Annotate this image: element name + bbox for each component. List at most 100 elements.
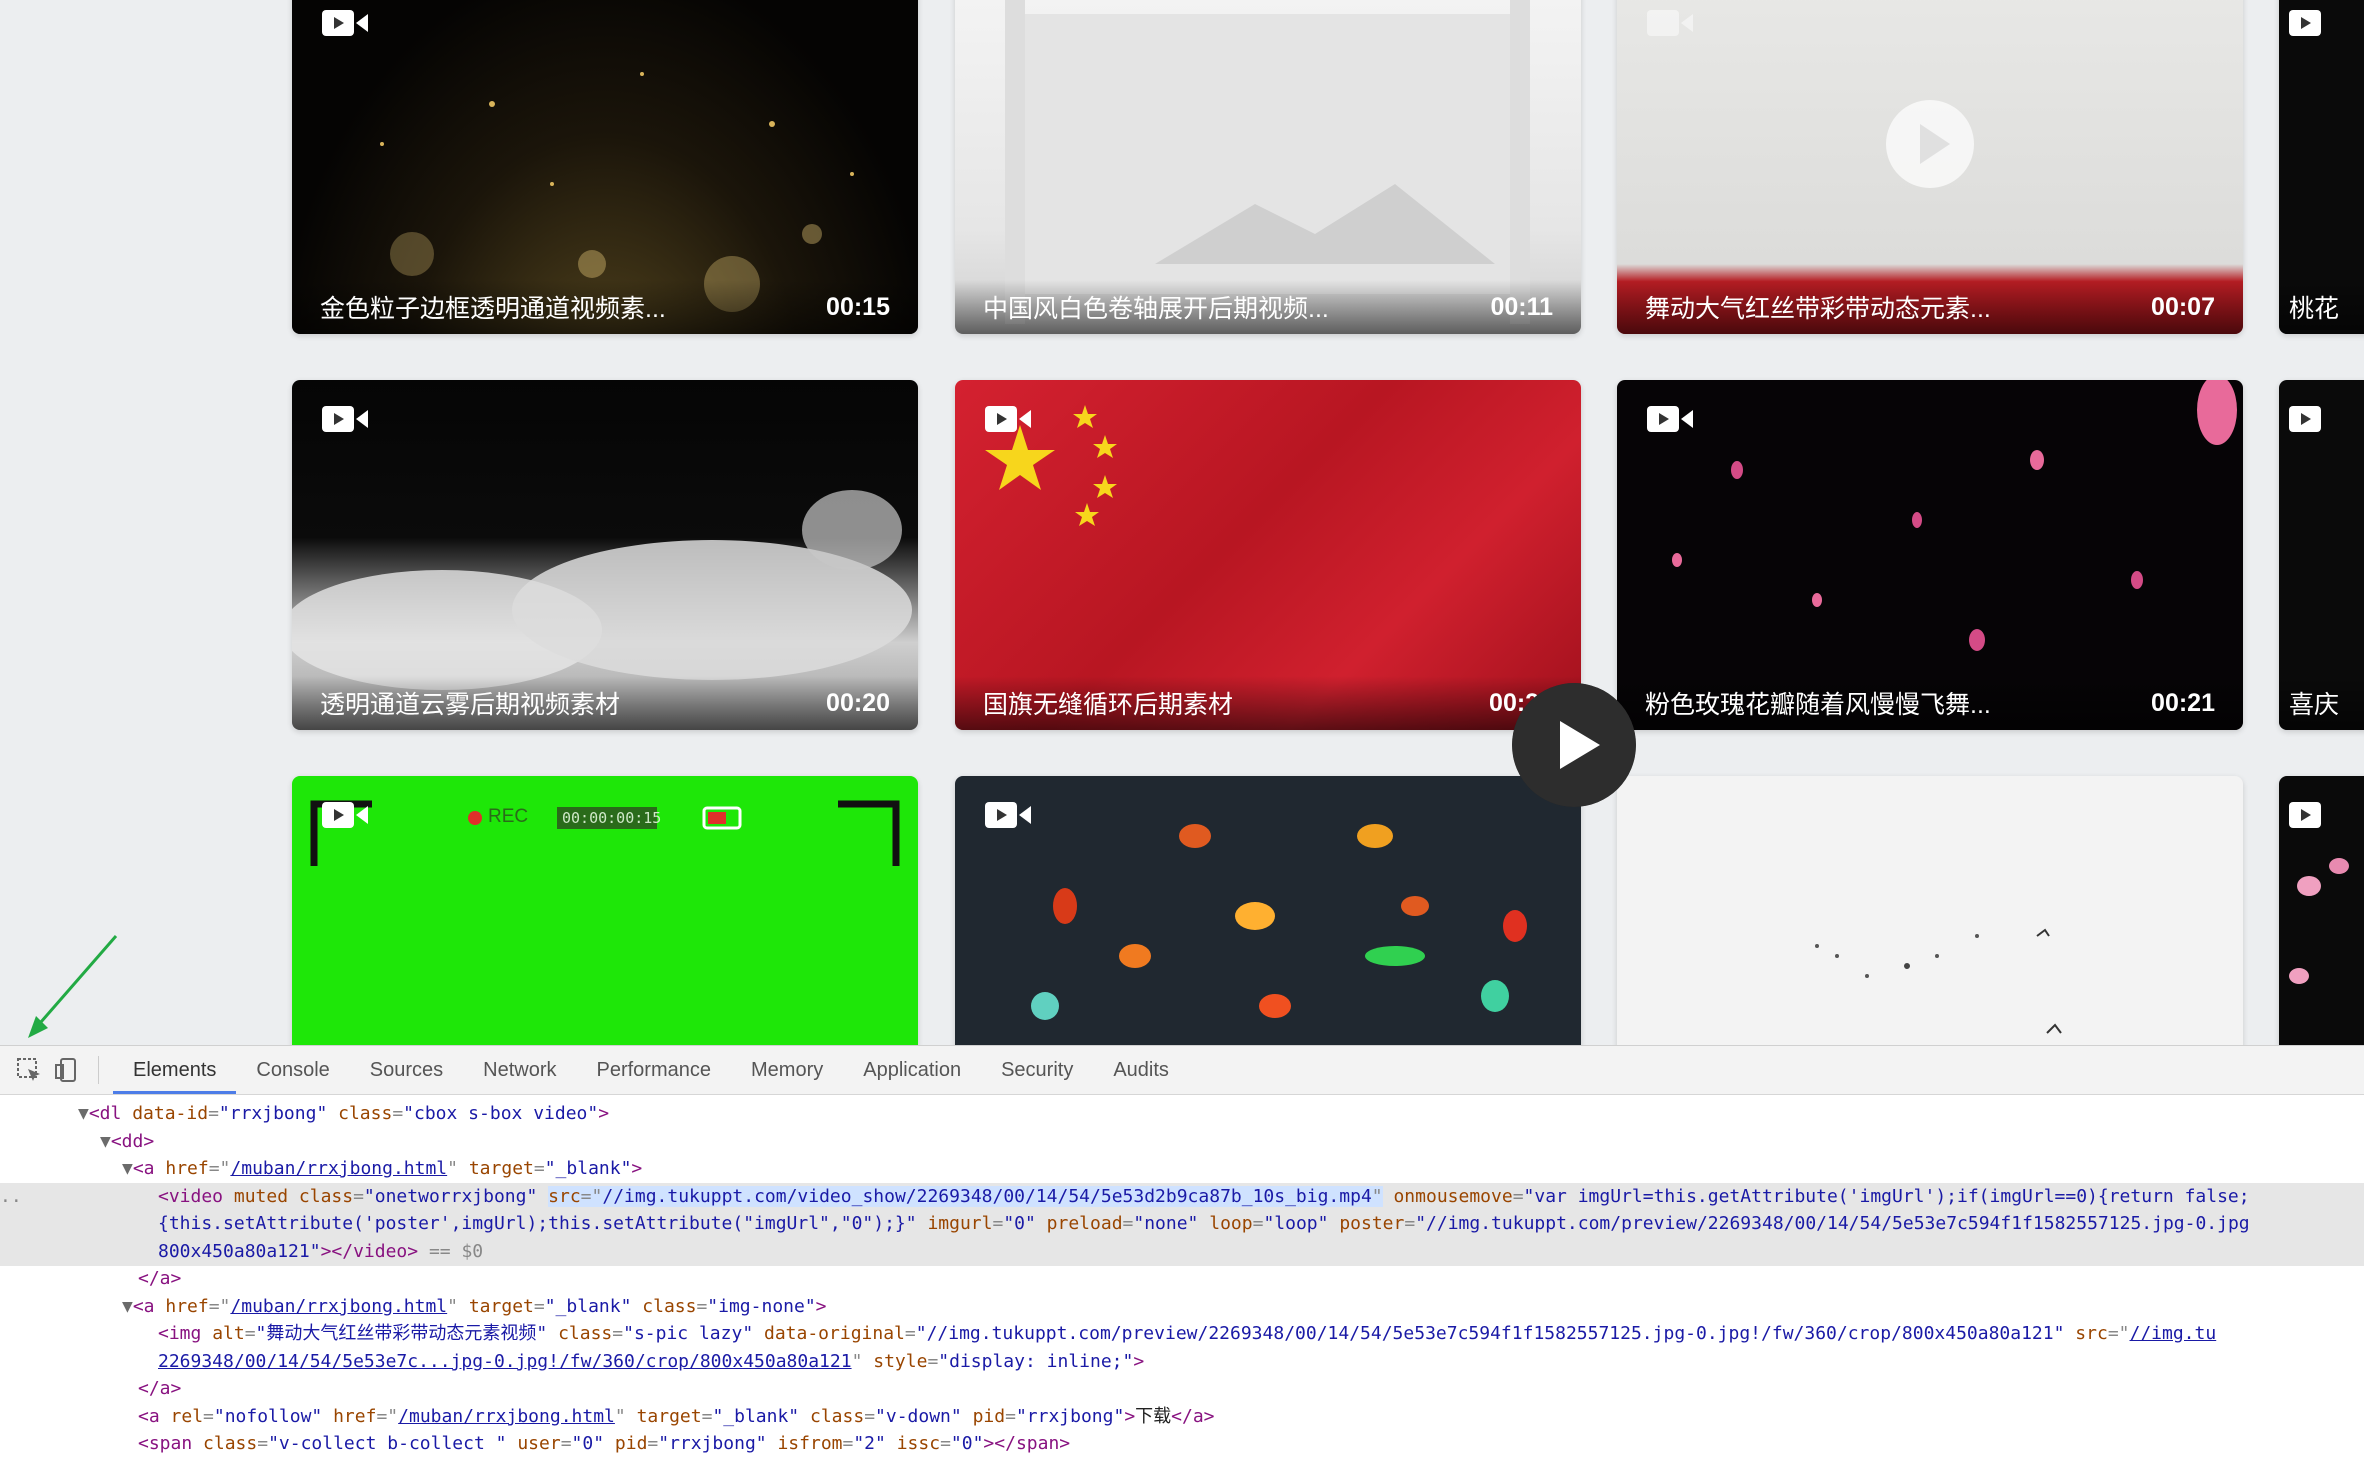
video-card[interactable]: 中国风白色卷轴展开后期视频... 00:11 [955,0,1581,334]
node-tag: <video [158,1186,234,1207]
attr-name: class [810,1406,865,1427]
tab-memory[interactable]: Memory [731,1046,843,1094]
video-card[interactable]: 粉色玫瑰花瓣随着风慢慢飞舞... 00:21 [1617,380,2243,730]
dom-node-dl[interactable]: ▼<dl data-id="rrxjbong" class="cbox s-bo… [78,1100,609,1128]
attr-value: "display: inline;" [938,1351,1134,1372]
dom-node-close-a[interactable]: </a> [138,1375,181,1403]
devtools-panel: Elements Console Sources Network Perform… [0,1045,2364,1469]
video-duration: 00:21 [2151,688,2215,717]
inspect-element-tool[interactable] [12,1053,46,1087]
video-card[interactable]: 透明通道云雾后期视频素材 00:20 [292,380,918,730]
attr-name: class [203,1433,258,1454]
node-tag: <a [132,1158,166,1179]
video-title[interactable]: 国旗无缝循环后期素材 [983,685,1233,721]
attr-value: "0" [571,1433,605,1454]
video-title[interactable]: 中国风白色卷轴展开后期视频... [983,289,1329,325]
attr-value: "none" [1133,1213,1199,1234]
attr-link[interactable]: /muban/rrxjbong.html [230,1296,447,1317]
tab-application[interactable]: Application [843,1046,981,1094]
attr-link[interactable]: /muban/rrxjbong.html [230,1158,447,1179]
node-tag-end: > [1124,1406,1136,1427]
video-camera-icon [2289,10,2321,36]
attr-value-selected[interactable]: //img.tukuppt.com/video_show/2269348/00/… [602,1186,1371,1207]
video-duration: 00:07 [2151,292,2215,321]
video-card[interactable] [955,776,1581,1045]
dom-node-video-selected[interactable]: .. <video muted class="onetworrxjbong" sr… [0,1183,2364,1211]
video-card[interactable] [1617,776,2243,1045]
attr-link[interactable]: 2269348/00/14/54/5e53e7c...jpg-0.jpg!/fw… [158,1351,852,1372]
attr-link[interactable]: /muban/rrxjbong.html [398,1406,615,1427]
video-camera-icon [322,406,368,432]
dom-node-a-download[interactable]: <a rel="nofollow" href="/muban/rrxjbong.… [138,1403,1215,1431]
attr-name: href [333,1406,377,1427]
play-icon[interactable] [1512,683,1636,807]
attr-link[interactable]: //img.tu [2130,1323,2217,1344]
dom-node-img[interactable]: <img alt="舞动大气红丝带彩带动态元素视频" class="s-pic … [158,1320,2216,1348]
attr-value: "var imgUrl=this.getAttribute('imgUrl');… [1523,1186,2250,1207]
video-card[interactable]: 国旗无缝循环后期素材 00:20 [955,380,1581,730]
node-tag: <a [132,1296,166,1317]
attr-name: pid [972,1406,1006,1427]
attr-name: style [873,1351,928,1372]
node-tag-end: > [598,1103,610,1124]
dom-node-a[interactable]: ▼<a href="/muban/rrxjbong.html" target="… [122,1155,642,1183]
video-title[interactable]: 舞动大气红丝带彩带动态元素... [1645,289,1991,325]
node-tag-end: > [983,1433,995,1454]
attr-name: pid [614,1433,648,1454]
dom-node-span-collect[interactable]: <span class="v-collect b-collect " user=… [138,1430,1070,1458]
dom-node-img-cont[interactable]: 2269348/00/14/54/5e53e7c...jpg-0.jpg!/fw… [158,1348,1144,1376]
video-title[interactable]: 透明通道云雾后期视频素材 [320,685,620,721]
video-camera-icon [985,802,1031,828]
timecode: 00:00:00:15 [562,809,662,827]
dom-node-video-end[interactable]: 800x450a80a121"></video> == $0 [0,1238,2364,1266]
video-caption: 金色粒子边框透明通道视频素... 00:15 [292,280,918,334]
attr-name: src [2075,1323,2108,1344]
attr-name: preload [1046,1213,1123,1234]
dom-node-close-a[interactable]: </a> [138,1265,181,1293]
attr-value: "cbox s-box video" [403,1103,599,1124]
video-camera-icon [1647,10,1693,36]
video-title[interactable]: 金色粒子边框透明通道视频素... [320,289,666,325]
dom-node-dd[interactable]: ▼<dd> [100,1128,154,1156]
video-card[interactable]: REC 00:00:00:15 [292,776,918,1045]
video-caption: 中国风白色卷轴展开后期视频... 00:11 [955,280,1581,334]
video-card[interactable]: 桃花 [2279,0,2364,334]
tab-security[interactable]: Security [981,1046,1093,1094]
video-duration: 00:15 [826,292,890,321]
video-title[interactable]: 粉色玫瑰花瓣随着风慢慢飞舞... [1645,685,1991,721]
attr-value: "v-collect b-collect " [268,1433,507,1454]
video-camera-icon [322,10,368,36]
node-tag-end: > [815,1296,827,1317]
attr-value: "舞动大气红丝带彩带动态元素视频" [255,1323,548,1344]
node-tag-close: </a> [1171,1406,1215,1427]
attr-name: data-id [132,1103,209,1124]
tab-console[interactable]: Console [236,1046,349,1094]
node-text: 下载 [1135,1406,1172,1427]
attr-value: "v-down" [875,1406,962,1427]
play-icon[interactable] [1880,94,1980,194]
dom-node-a[interactable]: ▼<a href="/muban/rrxjbong.html" target="… [122,1293,827,1321]
video-camera-icon [2289,802,2321,828]
attr-value: "rrxjbong" [218,1103,328,1124]
video-title[interactable]: 桃花 [2289,289,2339,325]
video-card[interactable]: 舞动大气红丝带彩带动态元素... 00:07 [1617,0,2243,334]
node-tag-close: </span> [994,1433,1071,1454]
video-card[interactable]: 喜庆 [2279,380,2364,730]
video-card[interactable] [2279,776,2364,1045]
dom-node-video-cont[interactable]: {this.setAttribute('poster',imgUrl);this… [0,1210,2364,1238]
attr-name: isfrom [777,1433,843,1454]
tab-elements[interactable]: Elements [113,1046,237,1094]
tab-performance[interactable]: Performance [577,1046,732,1094]
attr-value: 800x450a80a121" [158,1241,321,1262]
tab-audits[interactable]: Audits [1093,1046,1189,1094]
tab-network[interactable]: Network [463,1046,576,1094]
attr-value: "s-pic lazy" [623,1323,754,1344]
attr-value: "loop" [1263,1213,1329,1234]
attr-name: target [636,1406,702,1427]
node-tag-end: ></video> [320,1241,419,1262]
device-toolbar-toggle[interactable] [50,1053,84,1087]
video-card[interactable]: 金色粒子边框透明通道视频素... 00:15 [292,0,918,334]
attr-value: "_blank" [544,1296,632,1317]
video-title[interactable]: 喜庆 [2289,685,2339,721]
tab-sources[interactable]: Sources [350,1046,463,1094]
